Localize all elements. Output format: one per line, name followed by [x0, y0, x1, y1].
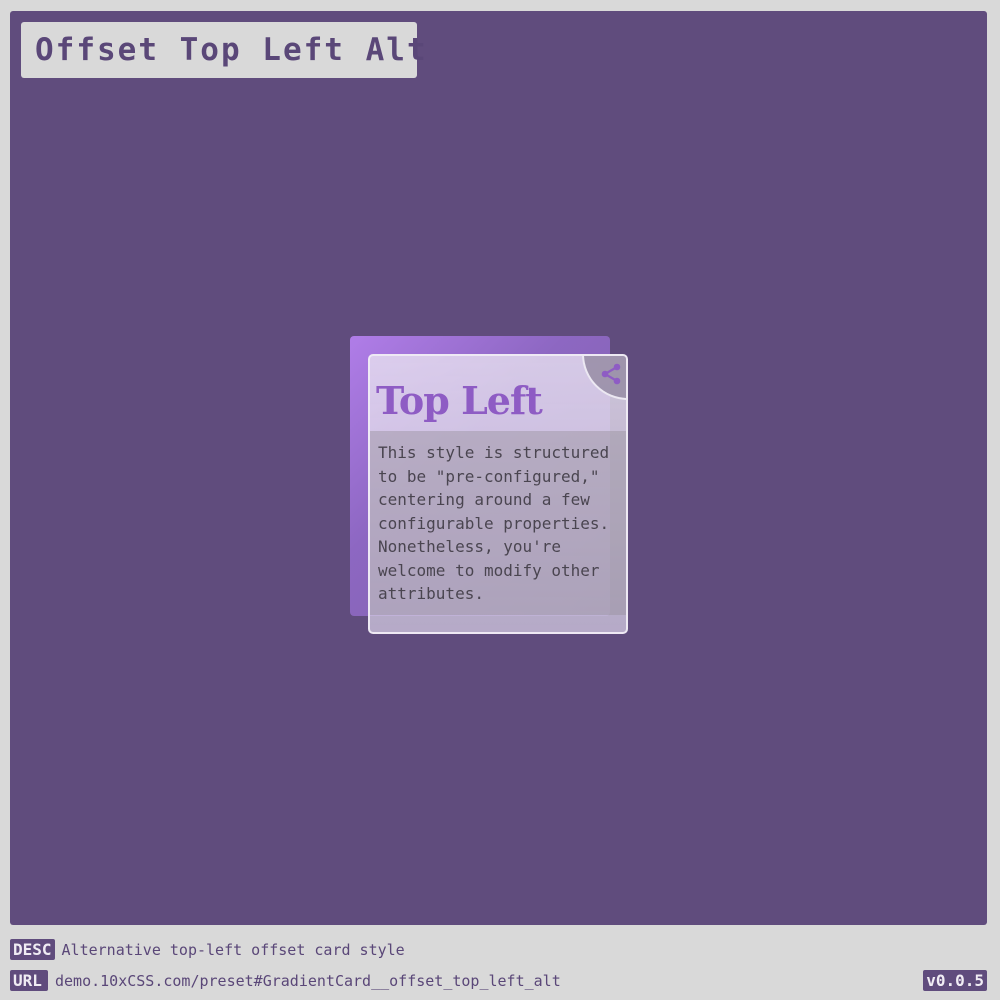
- desc-label: DESC: [10, 939, 55, 960]
- preset-title-box: Offset Top Left Alt: [21, 22, 426, 78]
- version-badge: v0.0.5: [923, 970, 987, 991]
- card-title: Top Left: [376, 378, 543, 423]
- preview-stage: Offset Top Left Alt Top Left This style …: [10, 11, 987, 925]
- url-link[interactable]: demo.10xCSS.com/preset#GradientCard__off…: [55, 972, 561, 990]
- url-label: URL: [10, 970, 48, 991]
- footer-url-row: URL demo.10xCSS.com/preset#GradientCard_…: [10, 970, 561, 991]
- footer-desc-row: DESC Alternative top-left offset card st…: [10, 939, 405, 960]
- gradient-card[interactable]: Top Left This style is structured to be …: [368, 354, 628, 634]
- card-body-text: This style is structured to be "pre-conf…: [378, 443, 610, 603]
- preset-title: Offset Top Left Alt: [35, 32, 428, 68]
- share-icon[interactable]: [599, 362, 623, 386]
- card-corner-button[interactable]: [582, 356, 626, 400]
- desc-text: Alternative top-left offset card style: [61, 940, 405, 959]
